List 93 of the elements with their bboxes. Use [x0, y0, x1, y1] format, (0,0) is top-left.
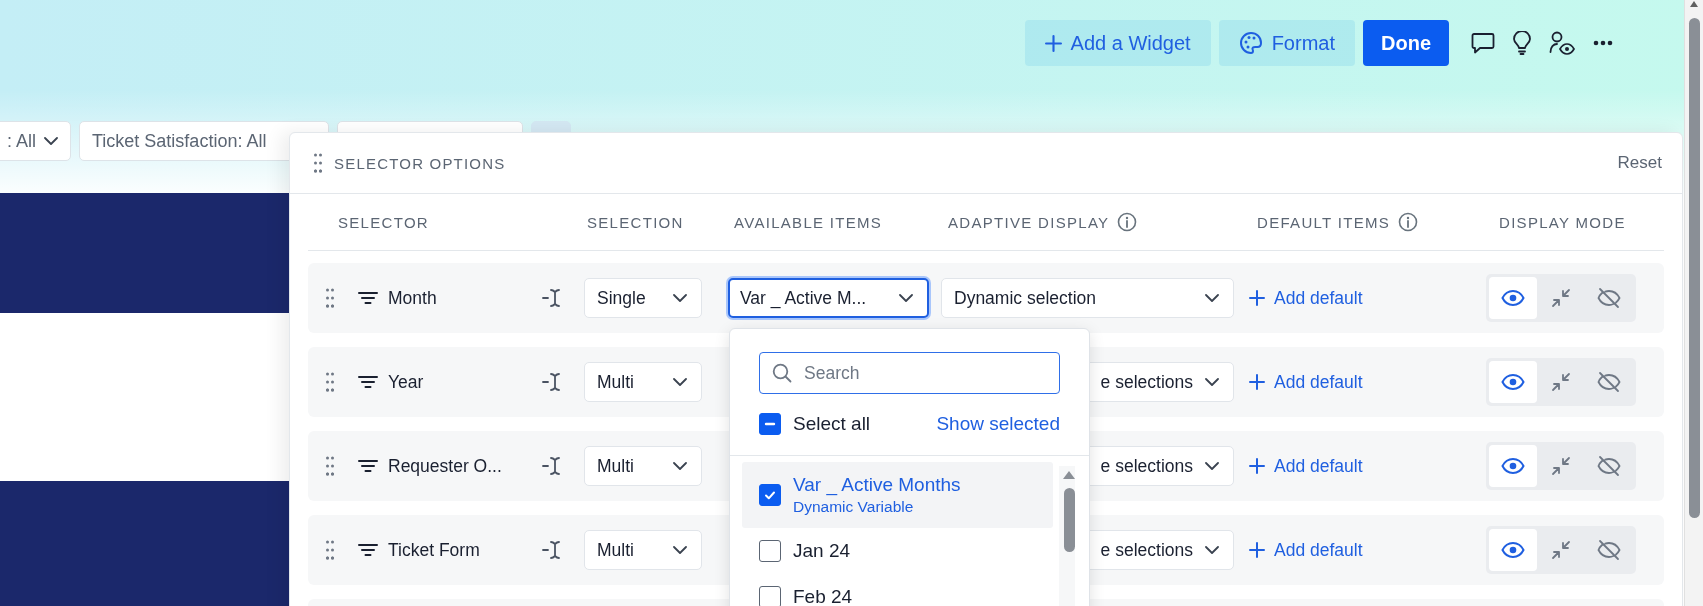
- chevron-down-icon: [44, 136, 58, 146]
- chevron-down-icon: [673, 377, 687, 387]
- filter-icon: [358, 375, 378, 389]
- drag-handle-icon[interactable]: [326, 456, 334, 476]
- chevron-down-icon: [899, 293, 913, 303]
- selection-dropdown[interactable]: Single: [584, 278, 702, 318]
- chevron-down-icon: [1205, 461, 1219, 471]
- list-option[interactable]: Feb 24: [742, 574, 1053, 606]
- plus-icon: [1249, 542, 1265, 558]
- column-header: DISPLAY MODE: [1499, 213, 1626, 231]
- eye-icon: [1501, 541, 1525, 559]
- selection-dropdown[interactable]: Multi: [584, 530, 702, 570]
- select-all-label: Select all: [793, 413, 871, 435]
- chevron-down-icon: [1205, 545, 1219, 555]
- user-eye-icon[interactable]: [1549, 31, 1575, 55]
- display-mode-button[interactable]: [1489, 529, 1537, 571]
- done-button[interactable]: Done: [1363, 20, 1449, 66]
- collapse-arrows-icon: [1551, 540, 1571, 560]
- search-field[interactable]: Search: [759, 352, 1060, 394]
- plus-icon: [1249, 458, 1265, 474]
- more-icon[interactable]: [1593, 40, 1613, 46]
- selection-dropdown[interactable]: Multi: [584, 446, 702, 486]
- option-label: Jan 24: [793, 540, 851, 562]
- chevron-down-icon: [673, 545, 687, 555]
- option-label: Var _ Active Months: [793, 474, 961, 496]
- filter-icon: [358, 543, 378, 557]
- display-mode-button[interactable]: [1489, 445, 1537, 487]
- eye-slash-icon: [1597, 371, 1621, 393]
- list-option[interactable]: Var _ Active Months Dynamic Variable: [742, 462, 1053, 528]
- add-default-link[interactable]: Add default: [1249, 371, 1363, 393]
- search-icon: [772, 363, 792, 383]
- drag-handle-icon[interactable]: [314, 153, 322, 173]
- chevron-down-icon: [673, 293, 687, 303]
- list-option[interactable]: Jan 24: [742, 528, 1053, 574]
- collapse-arrows-icon: [1551, 372, 1571, 392]
- chevron-down-icon: [673, 461, 687, 471]
- selector-name: Month: [388, 287, 437, 309]
- selector-name: Requester O...: [388, 455, 502, 477]
- filter-icon: [358, 291, 378, 305]
- drag-handle-icon[interactable]: [326, 288, 334, 308]
- add-default-link[interactable]: Add default: [1249, 539, 1363, 561]
- chevron-down-icon: [1205, 293, 1219, 303]
- drag-handle-icon[interactable]: [326, 372, 334, 392]
- scroll-thumb[interactable]: [1689, 18, 1700, 518]
- panel-title: SELECTOR OPTIONS: [334, 154, 506, 172]
- selection-dropdown[interactable]: Multi: [584, 362, 702, 402]
- column-header: SELECTOR: [338, 213, 429, 231]
- collapse-arrows-icon: [1551, 456, 1571, 476]
- eye-slash-icon: [1597, 287, 1621, 309]
- checkbox[interactable]: [759, 484, 781, 506]
- scrollbar[interactable]: [1684, 0, 1703, 606]
- plus-icon: [1044, 34, 1062, 52]
- eye-icon: [1501, 289, 1525, 307]
- format-button[interactable]: Format: [1218, 20, 1355, 66]
- eye-icon: [1501, 373, 1525, 391]
- add-widget-button[interactable]: Add a Widget: [1024, 20, 1211, 66]
- eye-icon: [1501, 457, 1525, 475]
- available-items-dropdown[interactable]: Var _ Active M...: [728, 278, 929, 318]
- option-sublabel: Dynamic Variable: [793, 498, 915, 516]
- plus-icon: [1249, 290, 1265, 306]
- add-default-link[interactable]: Add default: [1249, 455, 1363, 477]
- selector-name: Year: [388, 371, 424, 393]
- show-selected-link[interactable]: Show selected: [936, 413, 1060, 435]
- comment-icon[interactable]: [1471, 32, 1495, 54]
- add-default-link[interactable]: Add default: [1249, 287, 1363, 309]
- eye-slash-icon: [1597, 539, 1621, 561]
- column-header: AVAILABLE ITEMS: [734, 213, 883, 231]
- palette-icon: [1238, 31, 1263, 55]
- info-icon[interactable]: [1117, 212, 1138, 232]
- filter-icon: [358, 459, 378, 473]
- checkbox[interactable]: [759, 586, 781, 606]
- plus-icon: [1249, 374, 1265, 390]
- adaptive-display-dropdown[interactable]: Dynamic selection: [941, 278, 1234, 318]
- checkbox[interactable]: [759, 413, 781, 435]
- selector-name: Ticket Form: [388, 539, 480, 561]
- option-label: Feb 24: [793, 586, 853, 606]
- eye-slash-icon: [1597, 455, 1621, 477]
- checkbox[interactable]: [759, 540, 781, 562]
- scroll-up-icon[interactable]: [1062, 470, 1076, 480]
- column-header: DEFAULT ITEMS: [1257, 213, 1391, 231]
- column-header: SELECTION: [587, 213, 684, 231]
- column-header: ADAPTIVE DISPLAY: [948, 213, 1110, 231]
- scroll-thumb[interactable]: [1064, 488, 1075, 552]
- display-mode-button[interactable]: [1489, 277, 1537, 319]
- scroll-up-icon[interactable]: [1689, 0, 1699, 8]
- reset-button[interactable]: Reset: [1617, 153, 1662, 173]
- info-icon[interactable]: [1398, 212, 1419, 232]
- collapse-arrows-icon: [1551, 288, 1571, 308]
- chevron-down-icon: [1205, 377, 1219, 387]
- lightbulb-icon[interactable]: [1513, 31, 1531, 55]
- filter-chip[interactable]: : All: [0, 121, 71, 161]
- display-mode-button[interactable]: [1489, 361, 1537, 403]
- drag-handle-icon[interactable]: [326, 540, 334, 560]
